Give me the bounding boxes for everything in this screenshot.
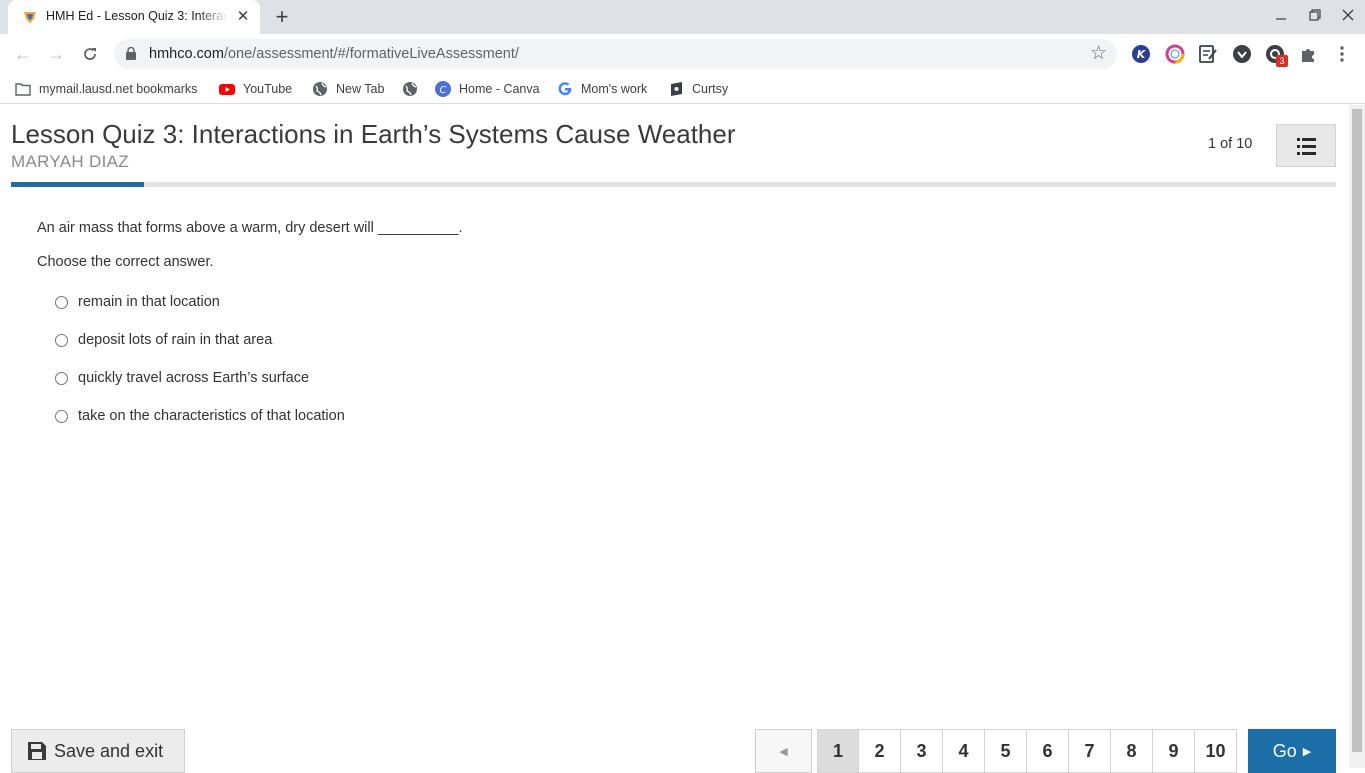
bookmark-new-tab[interactable]: New Tab xyxy=(312,80,384,98)
answer-choice[interactable]: remain in that location xyxy=(55,292,220,312)
instruction-text: Choose the correct answer. xyxy=(37,254,214,270)
page-button-2[interactable]: 2 xyxy=(859,729,901,773)
google-icon xyxy=(558,82,572,96)
choice-label: remain in that location xyxy=(78,294,220,310)
bookmark-curtsy[interactable]: Curtsy xyxy=(668,80,728,98)
bookmark-canva[interactable]: C Home - Canva xyxy=(435,80,540,98)
svg-text:K: K xyxy=(1137,48,1147,61)
page-button-6[interactable]: 6 xyxy=(1027,729,1069,773)
page-button-3[interactable]: 3 xyxy=(901,729,943,773)
question-text: An air mass that forms above a warm, dry… xyxy=(37,220,463,236)
page-button-5[interactable]: 5 xyxy=(985,729,1027,773)
go-button[interactable]: Go ▶ xyxy=(1248,729,1336,773)
bookmark-label: YouTube xyxy=(243,82,293,96)
youtube-icon xyxy=(219,84,235,95)
page-button-7[interactable]: 7 xyxy=(1069,729,1111,773)
globe-icon xyxy=(403,82,417,96)
choice-label: quickly travel across Earth’s surface xyxy=(78,370,310,386)
bookmark-mymail[interactable]: mymail.lausd.net bookmarks xyxy=(15,80,197,98)
page-title: Lesson Quiz 3: Interactions in Earth’s S… xyxy=(11,119,736,149)
page-button-4[interactable]: 4 xyxy=(943,729,985,773)
assessment-page: Lesson Quiz 3: Interactions in Earth’s S… xyxy=(0,105,1349,773)
reload-icon[interactable] xyxy=(78,42,102,66)
restore-icon[interactable] xyxy=(1305,7,1325,27)
bookmark-label: Curtsy xyxy=(692,82,729,96)
canva-icon: C xyxy=(435,81,451,97)
floppy-disk-icon xyxy=(28,742,46,760)
address-bar[interactable]: hmhco.com/one/assessment/#/formativeLive… xyxy=(114,39,1117,69)
minimize-icon[interactable] xyxy=(1271,7,1291,27)
back-icon[interactable]: ← xyxy=(11,42,35,66)
bookmarks-bar: mymail.lausd.net bookmarks YouTube New T… xyxy=(0,74,1365,104)
curtsy-icon xyxy=(671,82,682,96)
grammar-extension[interactable]: 3 xyxy=(1264,43,1288,67)
puzzle-extensions-icon[interactable] xyxy=(1297,43,1319,65)
save-and-exit-button[interactable]: Save and exit xyxy=(11,729,185,773)
svg-text:C: C xyxy=(440,85,447,96)
progress-bar xyxy=(11,182,1336,187)
student-name: MARYAH DIAZ xyxy=(11,152,129,171)
close-window-icon[interactable] xyxy=(1338,7,1358,27)
bookmark-label: Mom's work xyxy=(581,82,648,96)
bookmark-youtube[interactable]: YouTube xyxy=(219,80,292,98)
question-list-button[interactable] xyxy=(1276,124,1336,167)
choice-label: deposit lots of rain in that area xyxy=(78,332,273,348)
progress-fill xyxy=(11,182,144,187)
bookmark-star-icon[interactable]: ☆ xyxy=(1090,42,1107,65)
forward-icon[interactable]: → xyxy=(44,42,68,66)
tab-title-fade xyxy=(198,6,228,28)
previous-question-button[interactable]: ◀ xyxy=(755,729,812,773)
browser-tab[interactable]: HMH Ed - Lesson Quiz 3: Interactions in … xyxy=(8,0,260,34)
tab-strip: HMH Ed - Lesson Quiz 3: Interactions in … xyxy=(0,0,1365,34)
answer-choice[interactable]: take on the characteristics of that loca… xyxy=(55,406,345,426)
choice-label: take on the characteristics of that loca… xyxy=(78,408,345,424)
url-text: hmhco.com/one/assessment/#/formativeLive… xyxy=(149,46,519,62)
extension-badge: 3 xyxy=(1276,55,1288,67)
scrollbar-thumb[interactable] xyxy=(1352,109,1362,752)
new-tab-icon[interactable]: + xyxy=(270,5,294,29)
bookmark-label: New Tab xyxy=(336,82,385,96)
radio-button[interactable] xyxy=(55,333,68,347)
page-scrollbar[interactable] xyxy=(1349,105,1365,768)
page-button-1[interactable]: 1 xyxy=(817,729,859,773)
hmh-favicon-icon xyxy=(24,12,36,23)
play-arrow-icon: ▶ xyxy=(1302,745,1312,758)
k-extension-icon[interactable]: K xyxy=(1130,43,1152,65)
lock-icon xyxy=(126,47,136,60)
radio-button[interactable] xyxy=(55,295,68,309)
menu-kebab-icon[interactable] xyxy=(1331,43,1353,65)
globe-icon xyxy=(313,82,327,96)
save-label: Save and exit xyxy=(54,740,164,761)
url-host: hmhco.com xyxy=(149,46,224,62)
radio-button[interactable] xyxy=(55,371,68,385)
url-path: /one/assessment/#/formativeLiveAssessmen… xyxy=(223,46,519,62)
answer-choice[interactable]: quickly travel across Earth’s surface xyxy=(55,368,309,388)
bookmark-label: mymail.lausd.net bookmarks xyxy=(39,82,198,96)
answer-choice[interactable]: deposit lots of rain in that area xyxy=(55,330,272,350)
question-counter: 1 of 10 xyxy=(1208,136,1253,152)
shield-extension-icon[interactable] xyxy=(1231,43,1253,65)
browser-toolbar: ← → hmhco.com/one/assessment/#/formative… xyxy=(0,34,1365,74)
question-pager: ◀ 1 2 3 4 5 6 7 8 9 10 xyxy=(755,729,1237,773)
notes-extension-icon[interactable] xyxy=(1197,43,1219,65)
tab-close-icon[interactable]: ✕ xyxy=(234,8,252,26)
folder-icon xyxy=(15,83,31,96)
radio-button[interactable] xyxy=(55,409,68,423)
go-label: Go xyxy=(1272,740,1297,761)
color-extension-icon[interactable] xyxy=(1164,43,1186,65)
page-button-8[interactable]: 8 xyxy=(1111,729,1153,773)
bookmark-globe[interactable] xyxy=(402,80,426,98)
page-button-10[interactable]: 10 xyxy=(1195,729,1237,773)
bookmark-moms-work[interactable]: Mom's work xyxy=(557,80,647,98)
bookmark-label: Home - Canva xyxy=(459,82,540,96)
list-icon xyxy=(1297,138,1316,155)
page-button-9[interactable]: 9 xyxy=(1153,729,1195,773)
